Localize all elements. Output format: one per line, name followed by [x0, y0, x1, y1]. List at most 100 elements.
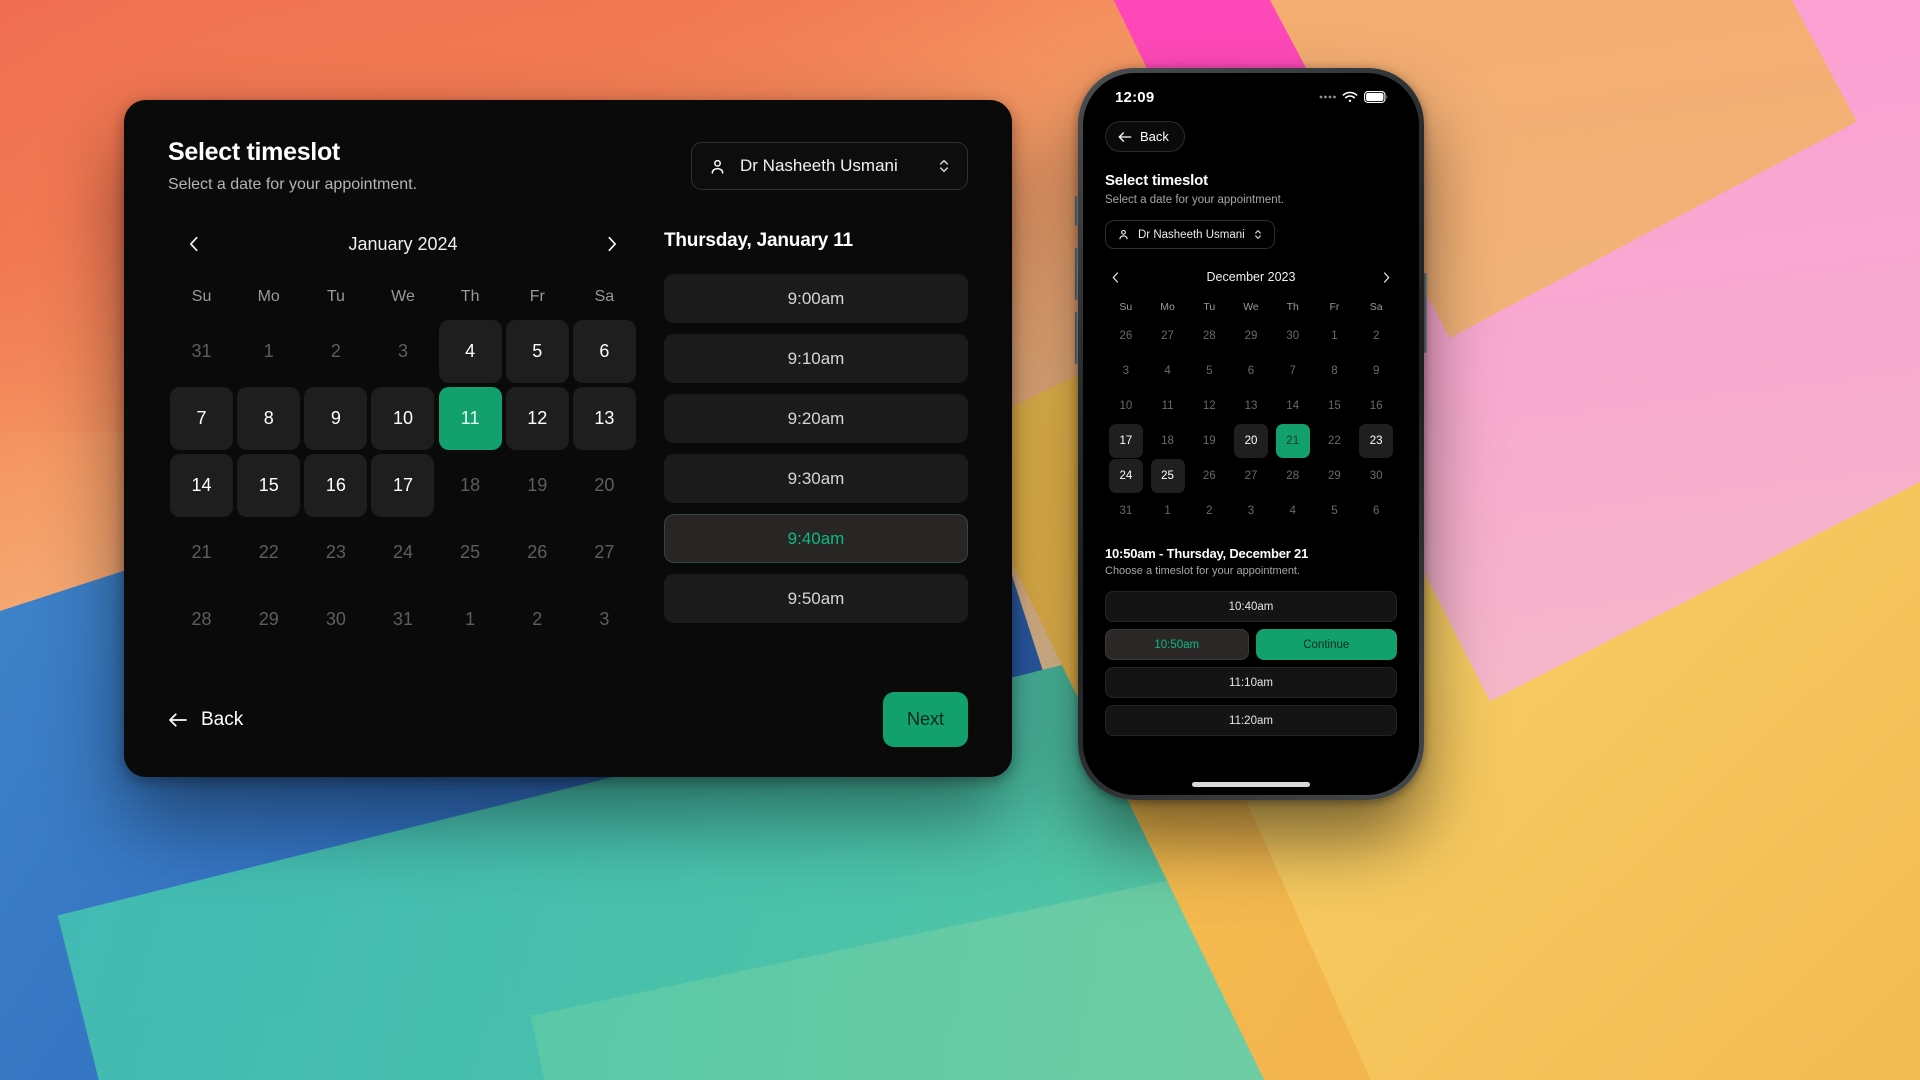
provider-select[interactable]: Dr Nasheeth Usmani	[691, 142, 968, 190]
phone-back-button[interactable]: Back	[1105, 121, 1185, 152]
calendar-day-5[interactable]: 5	[505, 320, 569, 383]
calendar-day-29: 29	[1328, 470, 1341, 482]
calendar-cell: 10	[1105, 389, 1147, 423]
calendar-week-row: 31 1 2 3 4 5 6	[1105, 494, 1397, 528]
phone-timeslot-option[interactable]: 11:20am	[1105, 705, 1397, 736]
phone-timeslot-option[interactable]: 11:10am	[1105, 667, 1397, 698]
calendar-cell: 6	[1355, 494, 1397, 528]
calendar-day-15: 15	[1328, 400, 1341, 412]
calendar-day-22: 22	[1328, 435, 1341, 447]
chevron-updown-icon	[937, 157, 951, 175]
calendar-day-23[interactable]: 23	[1359, 424, 1394, 458]
calendar-cell: 27	[571, 521, 638, 584]
calendar-day-27: 27	[594, 542, 615, 562]
status-bar-time: 12:09	[1115, 88, 1155, 106]
phone-status-bar: 12:09	[1083, 73, 1419, 121]
calendar-cell: 16	[1355, 389, 1397, 423]
calendar-cell: 5	[1188, 354, 1230, 388]
calendar-prev-month-button[interactable]	[180, 230, 208, 258]
calendar-cell: 25	[1147, 459, 1189, 493]
phone-volume-down-button	[1075, 312, 1078, 364]
calendar-day-26: 26	[527, 542, 548, 562]
calendar-day-13[interactable]: 13	[572, 387, 636, 450]
calendar-day-2: 2	[1372, 330, 1380, 342]
calendar-day-21[interactable]: 21	[1275, 424, 1310, 458]
calendar-cell: 18	[437, 454, 504, 517]
calendar-day-5: 5	[1331, 505, 1338, 517]
calendar-day-20[interactable]: 20	[1233, 424, 1268, 458]
calendar-day-7[interactable]: 7	[170, 387, 234, 450]
chevron-updown-icon	[1253, 228, 1263, 241]
person-icon	[708, 157, 727, 176]
weekday-header-tu: Tu	[1203, 301, 1216, 313]
calendar-cell: 6	[1230, 354, 1272, 388]
calendar-day-14: 14	[1286, 400, 1300, 412]
next-button[interactable]: Next	[883, 692, 968, 747]
calendar-day-11[interactable]: 11	[438, 387, 502, 450]
calendar-day-24: 24	[392, 542, 413, 562]
calendar-next-month-button[interactable]	[598, 230, 626, 258]
calendar-day-4: 4	[1289, 505, 1296, 517]
phone-calendar-weekday-header-row: Su Mo Tu We Th Fr Sa	[1105, 301, 1397, 313]
calendar-cell: 9	[302, 387, 369, 450]
phone-provider-select[interactable]: Dr Nasheeth Usmani	[1105, 220, 1275, 249]
phone-calendar-grid: 26 27 28 29 30 1 2 3 4 5 6 7 8 9 10 11 12 13 14 15 16 17 18 19 2…	[1105, 319, 1397, 528]
phone-timeslot-list: 10:40am 10:50am Continue 11:10am 11:20am	[1105, 591, 1397, 736]
page-subtitle: Select a date for your appointment.	[168, 176, 418, 193]
calendar-day-31: 31	[392, 609, 413, 629]
calendar-day-25[interactable]: 25	[1150, 459, 1185, 493]
calendar-day-21: 21	[191, 542, 212, 562]
selected-date-heading: Thursday, January 11	[664, 230, 853, 251]
calendar-day-24[interactable]: 24	[1108, 459, 1143, 493]
timeslot-picker-card: Select timeslot Select a date for your a…	[124, 100, 1012, 777]
calendar-day-20: 20	[594, 475, 615, 495]
phone-back-button-label: Back	[1140, 129, 1169, 144]
phone-calendar-month-label: December 2023	[1206, 270, 1296, 284]
calendar-week-row: 7 8 9 10 11 12 13	[168, 387, 638, 450]
calendar-day-3: 3	[599, 609, 610, 629]
calendar-day-15[interactable]: 15	[237, 454, 301, 517]
timeslot-option[interactable]: 9:40am	[664, 514, 968, 563]
calendar-nav: January 2024	[168, 230, 638, 258]
calendar-day-1: 1	[1331, 330, 1338, 342]
calendar-day-31: 31	[191, 341, 212, 361]
phone-silent-switch	[1075, 196, 1078, 226]
calendar-cell: 12	[1188, 389, 1230, 423]
calendar-day-9[interactable]: 9	[304, 387, 368, 450]
calendar-day-4[interactable]: 4	[438, 320, 502, 383]
calendar-day-16[interactable]: 16	[304, 454, 368, 517]
timeslot-option[interactable]: 9:10am	[664, 334, 968, 383]
calendar-cell: 16	[302, 454, 369, 517]
calendar-cell: 29	[1230, 319, 1272, 353]
home-indicator	[1192, 782, 1310, 787]
calendar-cell: 23	[1355, 424, 1397, 458]
phone-calendar-prev-month-button[interactable]	[1105, 267, 1125, 287]
calendar-day-9: 9	[1372, 365, 1380, 377]
calendar-day-8: 8	[1331, 365, 1338, 377]
calendar-day-14[interactable]: 14	[170, 454, 234, 517]
phone-calendar-next-month-button[interactable]	[1377, 267, 1397, 287]
calendar-day-17[interactable]: 17	[1108, 424, 1143, 458]
timeslot-option[interactable]: 9:30am	[664, 454, 968, 503]
back-button[interactable]: Back	[168, 709, 243, 731]
calendar-day-17[interactable]: 17	[371, 454, 435, 517]
calendar-cell: 2	[1188, 494, 1230, 528]
calendar-day-29: 29	[258, 609, 279, 629]
status-bar-indicators	[1319, 91, 1389, 103]
calendar-day-6[interactable]: 6	[572, 320, 636, 383]
timeslot-option[interactable]: 9:50am	[664, 574, 968, 623]
timeslot-option[interactable]: 9:00am	[664, 274, 968, 323]
calendar-cell: 15	[235, 454, 302, 517]
calendar-cell: 14	[1272, 389, 1314, 423]
calendar-day-8[interactable]: 8	[237, 387, 301, 450]
calendar-day-12[interactable]: 12	[505, 387, 569, 450]
phone-timeslot-option[interactable]: 10:40am	[1105, 591, 1397, 622]
battery-icon	[1364, 91, 1389, 103]
phone-continue-button[interactable]: Continue	[1255, 629, 1397, 660]
calendar-day-31: 31	[1119, 505, 1133, 517]
calendar-cell: 3	[1230, 494, 1272, 528]
timeslot-option[interactable]: 9:20am	[664, 394, 968, 443]
phone-timeslot-option[interactable]: 10:50am	[1105, 629, 1249, 660]
calendar-day-10[interactable]: 10	[371, 387, 435, 450]
calendar-month-label: January 2024	[348, 233, 458, 254]
